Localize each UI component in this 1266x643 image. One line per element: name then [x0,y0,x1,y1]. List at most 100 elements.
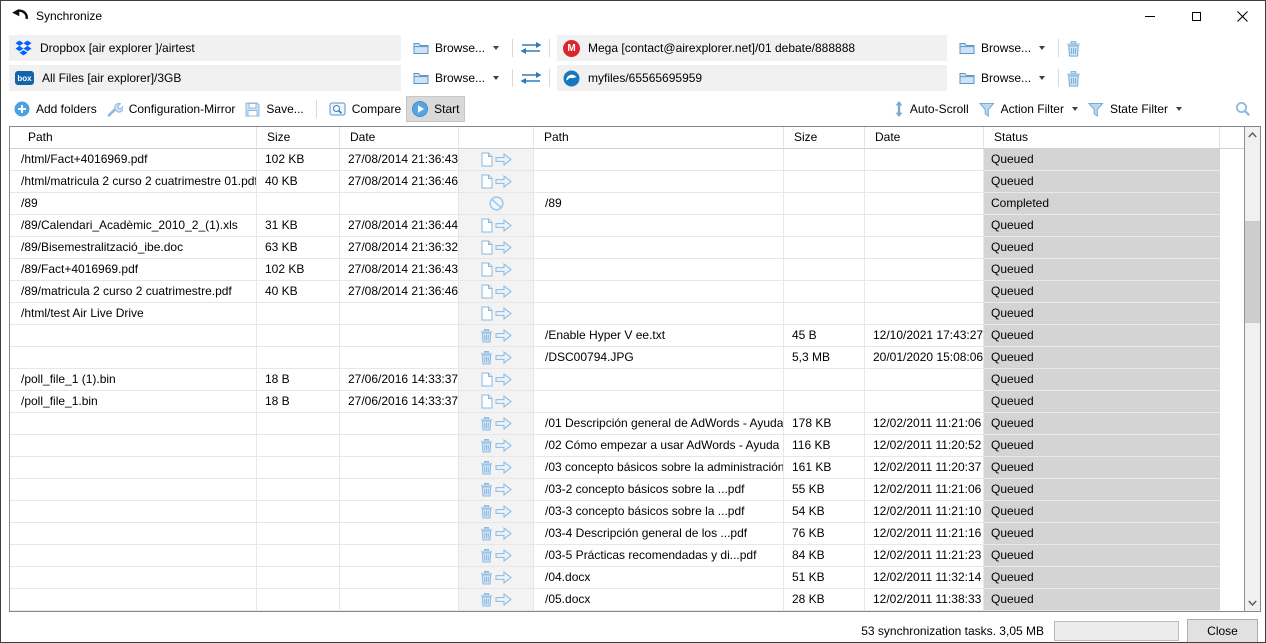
scrollbar-thumb[interactable] [1245,221,1260,323]
destination-browse-button-2[interactable]: Browse... [953,66,1051,90]
header-right-date[interactable]: Date [865,127,984,149]
destination-path-field-2[interactable]: myfiles/65565695959 [557,65,947,91]
table-row[interactable]: /02 Cómo empezar a usar AdWords - Ayuda … [10,435,1244,457]
dropbox-icon [15,40,32,56]
table-row[interactable]: /html/matricula 2 curso 2 cuatrimestre 0… [10,171,1244,193]
left-date-cell [340,567,459,589]
header-left-date[interactable]: Date [340,127,459,149]
table-row[interactable]: /89/matricula 2 curso 2 cuatrimestre.pdf… [10,281,1244,303]
table-row[interactable]: /03-3 concepto básicos sobre la ...pdf54… [10,501,1244,523]
maximize-button[interactable] [1173,1,1219,31]
right-date-cell: 12/02/2011 11:20:37 [865,457,984,479]
status-cell: Queued [984,303,1220,325]
start-label: Start [434,102,459,116]
right-size-cell: 84 KB [784,545,865,567]
table-row[interactable]: /DSC00794.JPG5,3 MB20/01/2020 15:08:06Qu… [10,347,1244,369]
minimize-button[interactable] [1127,1,1173,31]
table-row[interactable]: /poll_file_1 (1).bin18 B27/06/2016 14:33… [10,369,1244,391]
folder-icon [413,71,429,85]
action-filter-button[interactable]: Action Filter [974,98,1083,121]
destination-path-field-1[interactable]: M Mega [contact@airexplorer.net]/01 deba… [557,35,947,61]
delete-arrow-icon [480,526,512,541]
right-date-cell: 12/02/2011 11:32:14 [865,567,984,589]
close-button[interactable]: Close [1187,619,1258,643]
header-left-size[interactable]: Size [257,127,340,149]
sync-direction-icon[interactable] [520,41,542,55]
minimize-icon [1145,16,1155,17]
right-size-cell [784,237,865,259]
header-action[interactable] [459,127,534,149]
right-date-cell [865,237,984,259]
right-size-cell: 5,3 MB [784,347,865,369]
scroll-down-arrow[interactable] [1245,595,1260,611]
browse-label: Browse... [435,71,485,85]
filler-cell [1220,281,1244,303]
table-row[interactable]: /Enable Hyper V ee.txt45 B12/10/2021 17:… [10,325,1244,347]
right-path-cell: /05.docx [534,589,784,611]
delete-pair-icon[interactable] [1066,70,1081,87]
table-row[interactable]: /03 concepto básicos sobre la administra… [10,457,1244,479]
left-size-cell: 31 KB [257,215,340,237]
right-path-cell [534,391,784,413]
action-cell [459,413,534,435]
vertical-scrollbar[interactable] [1244,127,1260,611]
action-cell [459,457,534,479]
status-cell: Queued [984,325,1220,347]
table-row[interactable]: /89/Bisemestralització_ibe.doc63 KB27/08… [10,237,1244,259]
table-row[interactable]: /05.docx28 KB12/02/2011 11:38:33Queued [10,589,1244,611]
action-cell [459,479,534,501]
copy-arrow-icon [481,218,512,233]
table-row[interactable]: /01 Descripción general de AdWords - Ayu… [10,413,1244,435]
header-left-path[interactable]: Path [10,127,257,149]
header-filler [1220,127,1244,149]
add-folders-button[interactable]: Add folders [9,97,102,121]
progress-bar [1054,621,1179,641]
table-row[interactable]: /04.docx51 KB12/02/2011 11:32:14Queued [10,567,1244,589]
right-size-cell: 45 B [784,325,865,347]
source-path-text-1: Dropbox [air explorer ]/airtest [40,41,195,55]
configuration-mirror-label: Configuration-Mirror [129,102,236,116]
source-browse-button-1[interactable]: Browse... [407,36,505,60]
table-row[interactable]: /89/89Completed [10,193,1244,215]
save-button[interactable]: Save... [240,98,308,121]
header-status[interactable]: Status [984,127,1220,149]
table-row[interactable]: /89/Calendari_Acadèmic_2010_2_(1).xls31 … [10,215,1244,237]
table-row[interactable]: /poll_file_1.bin18 B27/06/2016 14:33:37Q… [10,391,1244,413]
table-row[interactable]: /html/test Air Live DriveQueued [10,303,1244,325]
configuration-mirror-button[interactable]: Configuration-Mirror [102,97,241,121]
compare-button[interactable]: Compare [324,97,406,121]
browse-label: Browse... [435,41,485,55]
left-path-cell [10,413,257,435]
table-row[interactable]: /89/Fact+4016969.pdf102 KB27/08/2014 21:… [10,259,1244,281]
filler-cell [1220,171,1244,193]
auto-scroll-button[interactable]: Auto-Scroll [889,97,974,121]
header-right-path[interactable]: Path [534,127,784,149]
action-cell [459,347,534,369]
left-path-cell [10,523,257,545]
close-icon [1237,11,1248,22]
scroll-up-arrow[interactable] [1245,127,1260,143]
sync-direction-icon[interactable] [520,71,542,85]
table-row[interactable]: /03-5 Prácticas recomendadas y di...pdf8… [10,545,1244,567]
search-icon[interactable] [1235,101,1251,117]
table-row[interactable]: /03-2 concepto básicos sobre la ...pdf55… [10,479,1244,501]
source-browse-button-2[interactable]: Browse... [407,66,505,90]
destination-browse-button-1[interactable]: Browse... [953,36,1051,60]
left-date-cell: 27/06/2016 14:33:37 [340,391,459,413]
status-cell: Queued [984,435,1220,457]
start-button[interactable]: Start [406,96,465,122]
chevron-down-icon [1039,46,1045,50]
table-row[interactable]: /html/Fact+4016969.pdf102 KB27/08/2014 2… [10,149,1244,171]
left-date-cell [340,501,459,523]
state-filter-button[interactable]: State Filter [1083,98,1187,121]
left-size-cell [257,347,340,369]
table-row[interactable]: /03-4 Descripción general de los ...pdf7… [10,523,1244,545]
source-path-field-2[interactable]: box All Files [air explorer]/3GB [9,65,401,91]
delete-pair-icon[interactable] [1066,40,1081,57]
copy-arrow-icon [481,306,512,321]
left-size-cell: 18 B [257,391,340,413]
source-path-field-1[interactable]: Dropbox [air explorer ]/airtest [9,35,401,61]
header-right-size[interactable]: Size [784,127,865,149]
status-cell: Queued [984,523,1220,545]
close-window-button[interactable] [1219,1,1265,31]
